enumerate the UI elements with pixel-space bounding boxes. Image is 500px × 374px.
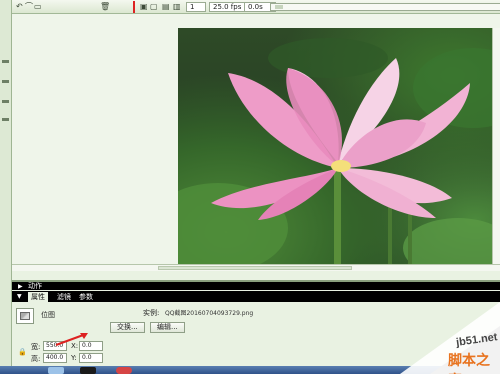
onion-outline-icon[interactable]: ▤ [162, 2, 170, 12]
tool-icon[interactable] [2, 60, 9, 63]
tool-icon[interactable] [2, 80, 9, 83]
stage-vertical-scrollbar[interactable] [492, 28, 500, 268]
watermark-site-name: 脚本之家 [448, 353, 490, 374]
y-field[interactable]: 0.0 [79, 353, 103, 363]
taskbar-app-icon[interactable] [116, 367, 132, 374]
insert-folder-icon[interactable]: ▭ [34, 2, 42, 12]
lock-icon[interactable]: 🔒 [18, 348, 27, 356]
tab-filters[interactable]: 滤镜 [54, 292, 74, 302]
stage-area [12, 14, 500, 271]
actions-panel-title: 动作 [28, 282, 42, 290]
tab-properties[interactable]: 属性 [28, 292, 48, 302]
height-label: 高: [31, 355, 41, 363]
stage-horizontal-scrollbar[interactable] [12, 264, 500, 271]
edit-multiple-frames-icon[interactable]: ▥ [173, 2, 181, 12]
taskbar-app-icon[interactable] [80, 367, 96, 374]
insert-layer-icon[interactable]: ↶ [16, 2, 23, 12]
y-label: Y: [71, 354, 77, 362]
current-frame-field: 1 [186, 2, 206, 12]
watermark-logo: jb51.net 脚本之家 [400, 298, 500, 374]
swap-button[interactable]: 交换... [110, 322, 145, 333]
center-frame-icon[interactable]: ▣ [140, 2, 148, 12]
instance-name: QQ截图20160704093729.png [165, 310, 254, 317]
actions-panel-header[interactable]: ▶ 动作 [12, 280, 500, 290]
tools-panel [0, 0, 12, 374]
scroll-thumb[interactable] [158, 266, 352, 270]
instance-label: 实例: [143, 309, 160, 317]
annotation-arrow-icon [55, 333, 88, 346]
motion-guide-icon[interactable]: ⌒ [25, 2, 33, 12]
onion-skin-icon[interactable]: ▢ [150, 2, 158, 12]
timeline-toolbar: ↶ ⌒ ▭ 🗑 ▣ ▢ ▤ ▥ 1 25.0 fps 0.0s [12, 0, 500, 14]
tool-icon[interactable] [2, 100, 9, 103]
scroll-thumb[interactable] [275, 5, 283, 9]
width-label: 宽: [31, 343, 41, 351]
lotus-bitmap-image[interactable] [178, 28, 500, 268]
tool-icon[interactable] [2, 118, 9, 121]
playhead-marker[interactable] [133, 1, 135, 13]
collapse-arrow-icon[interactable]: ▼ [17, 292, 22, 302]
height-field[interactable]: 400.0 [43, 353, 67, 363]
symbol-type-label: 位图 [41, 311, 55, 319]
taskbar-app-icon[interactable] [48, 367, 64, 374]
edit-button[interactable]: 编辑... [150, 322, 185, 333]
lotus-flower-illustration [178, 38, 500, 268]
bitmap-icon [16, 308, 34, 324]
delete-layer-icon[interactable]: 🗑 [100, 2, 110, 12]
timeline-scrollbar[interactable] [270, 3, 500, 11]
tab-parameters[interactable]: 参数 [76, 292, 96, 302]
expand-arrow-icon[interactable]: ▶ [18, 282, 23, 291]
